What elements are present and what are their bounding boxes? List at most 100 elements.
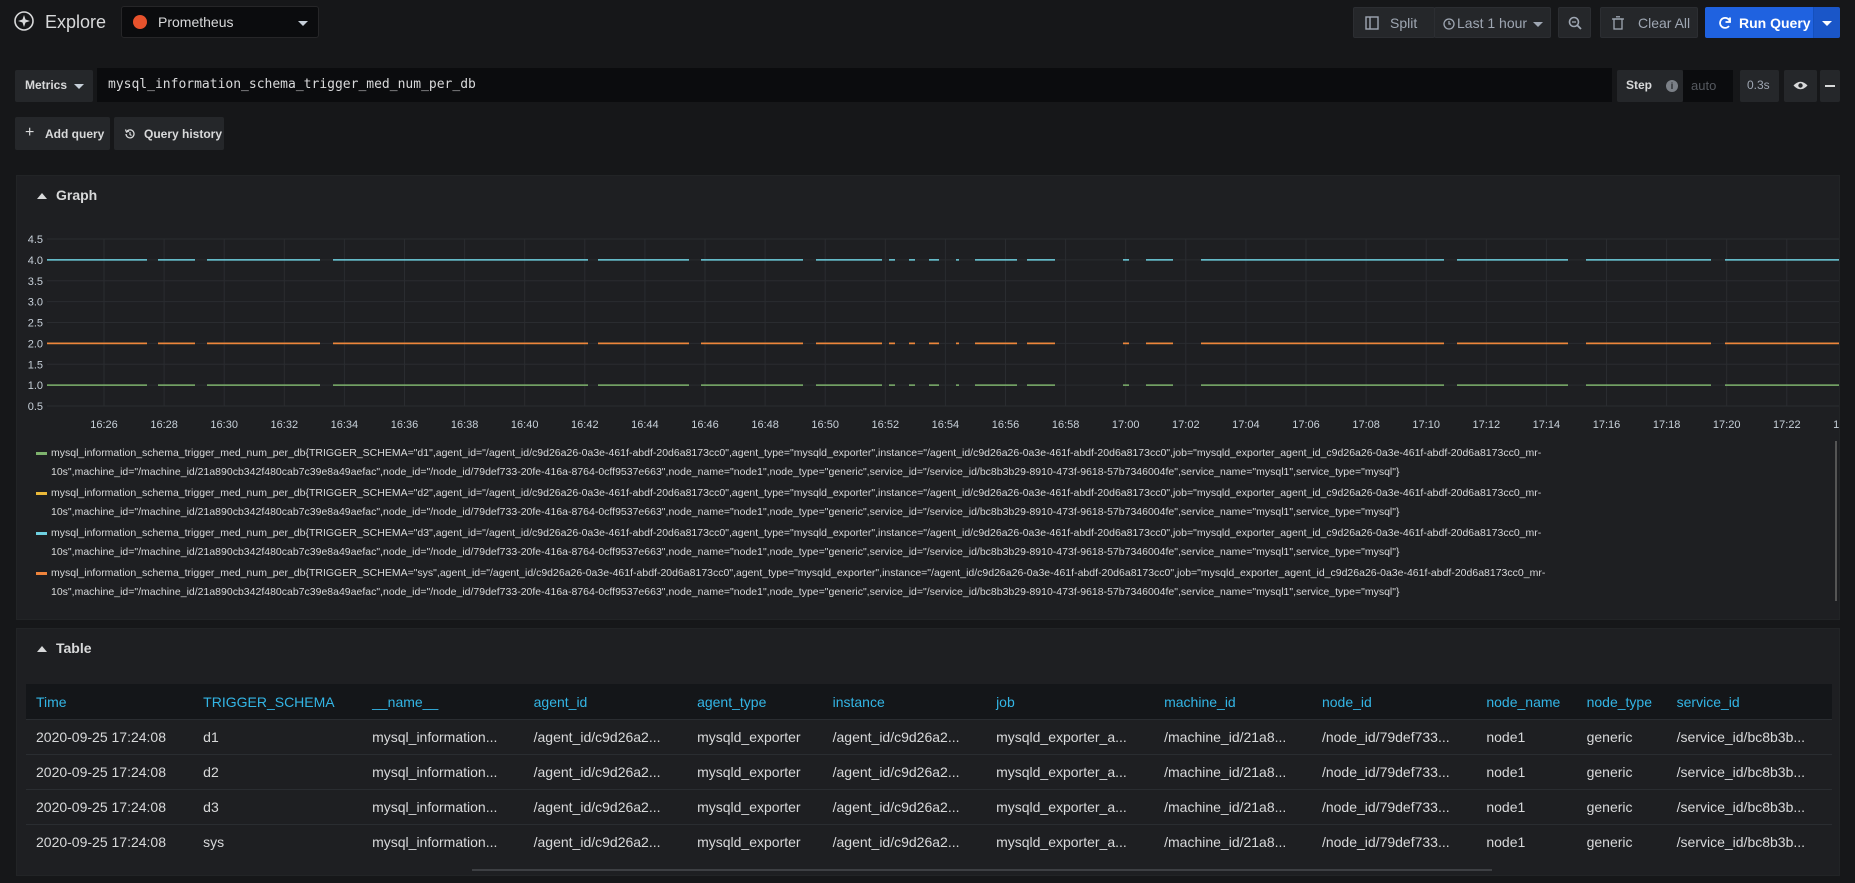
column-header[interactable]: node_name bbox=[1476, 684, 1577, 720]
table-cell[interactable]: generic bbox=[1576, 719, 1667, 755]
x-tick-label: 17:10 bbox=[1412, 419, 1440, 431]
table-cell[interactable]: /service_id/bc8b3b... bbox=[1666, 824, 1832, 859]
legend-item[interactable]: mysql_information_schema_trigger_med_num… bbox=[36, 564, 1756, 602]
table-cell[interactable]: mysqld_exporter_a... bbox=[986, 824, 1155, 859]
table-cell[interactable]: /agent_id/c9d26a2... bbox=[822, 824, 987, 859]
table-cell[interactable]: 2020-09-25 17:24:08 bbox=[26, 789, 194, 825]
column-header[interactable]: agent_id bbox=[523, 684, 688, 720]
column-header[interactable]: node_type bbox=[1576, 684, 1667, 720]
clear-all-button[interactable]: Clear All bbox=[1600, 7, 1698, 38]
step-label: Step bbox=[1626, 78, 1653, 92]
table-cell[interactable]: generic bbox=[1576, 754, 1667, 790]
table-cell[interactable]: sys bbox=[193, 824, 363, 859]
table-cell[interactable]: mysqld_exporter bbox=[687, 789, 823, 825]
legend-color-swatch bbox=[36, 492, 47, 495]
legend-color-swatch bbox=[36, 572, 47, 575]
x-tick-label: 16:38 bbox=[451, 419, 479, 431]
column-header[interactable]: job bbox=[986, 684, 1155, 720]
table-cell[interactable]: /service_id/bc8b3b... bbox=[1666, 719, 1832, 755]
table-cell[interactable]: mysqld_exporter_a... bbox=[986, 789, 1155, 825]
table-cell[interactable]: /agent_id/c9d26a2... bbox=[822, 719, 987, 755]
clock-icon bbox=[1443, 18, 1455, 30]
table-cell[interactable]: /agent_id/c9d26a2... bbox=[822, 789, 987, 825]
table-cell[interactable]: d2 bbox=[193, 754, 363, 790]
step-input[interactable]: auto bbox=[1683, 70, 1733, 102]
table-cell[interactable]: 2020-09-25 17:24:08 bbox=[26, 754, 194, 790]
table-cell[interactable]: /service_id/bc8b3b... bbox=[1666, 754, 1832, 790]
clear-all-label: Clear All bbox=[1638, 15, 1691, 31]
table-cell[interactable]: node1 bbox=[1476, 824, 1577, 859]
legend-label-line1: mysql_information_schema_trigger_med_num… bbox=[51, 527, 1542, 539]
refresh-icon bbox=[1719, 17, 1731, 29]
metrics-dropdown[interactable]: Metrics bbox=[15, 70, 93, 102]
table-panel-title[interactable]: Table bbox=[56, 640, 92, 656]
table-cell[interactable]: mysqld_exporter bbox=[687, 719, 823, 755]
table-cell[interactable]: generic bbox=[1576, 824, 1667, 859]
table-cell[interactable]: mysql_information... bbox=[362, 789, 524, 825]
run-query-dropdown[interactable] bbox=[1813, 7, 1840, 38]
add-query-button[interactable]: + Add query bbox=[15, 117, 110, 150]
x-tick-label: 17:18 bbox=[1653, 419, 1681, 431]
zoom-out-button[interactable] bbox=[1558, 7, 1591, 38]
x-tick-label: 17:02 bbox=[1172, 419, 1200, 431]
toggle-query-button[interactable] bbox=[1784, 70, 1817, 102]
table-cell[interactable]: mysqld_exporter_a... bbox=[986, 754, 1155, 790]
table-cell[interactable]: 2020-09-25 17:24:08 bbox=[26, 719, 194, 755]
table-cell[interactable]: mysql_information... bbox=[362, 754, 524, 790]
time-range-picker[interactable]: Last 1 hour bbox=[1434, 7, 1551, 38]
table-cell[interactable]: /node_id/79def733... bbox=[1311, 789, 1477, 825]
table-cell[interactable]: mysql_information... bbox=[362, 719, 524, 755]
chevron-down-icon bbox=[298, 21, 308, 26]
x-tick-label: 16:40 bbox=[511, 419, 539, 431]
table-cell[interactable]: /machine_id/21a8... bbox=[1154, 789, 1312, 825]
table-cell[interactable]: /node_id/79def733... bbox=[1311, 719, 1477, 755]
table-cell[interactable]: mysqld_exporter bbox=[687, 824, 823, 859]
table-cell[interactable]: 2020-09-25 17:24:08 bbox=[26, 824, 194, 859]
table-cell[interactable]: /service_id/bc8b3b... bbox=[1666, 789, 1832, 825]
table-cell[interactable]: /node_id/79def733... bbox=[1311, 824, 1477, 859]
info-icon[interactable]: i bbox=[1666, 80, 1678, 92]
table-cell[interactable]: /node_id/79def733... bbox=[1311, 754, 1477, 790]
zoom-out-icon bbox=[1568, 16, 1582, 30]
split-button[interactable]: Split bbox=[1353, 7, 1435, 38]
legend-item[interactable]: mysql_information_schema_trigger_med_num… bbox=[36, 484, 1756, 522]
table-cell[interactable]: node1 bbox=[1476, 754, 1577, 790]
column-header[interactable]: Time bbox=[26, 684, 194, 720]
x-tick-label: 17:08 bbox=[1352, 419, 1380, 431]
column-header[interactable]: instance bbox=[822, 684, 987, 720]
table-cell[interactable]: mysqld_exporter bbox=[687, 754, 823, 790]
remove-query-button[interactable] bbox=[1820, 70, 1840, 102]
x-tick-label: 16:46 bbox=[691, 419, 719, 431]
table-cell[interactable]: mysql_information... bbox=[362, 824, 524, 859]
table-cell[interactable]: /agent_id/c9d26a2... bbox=[523, 789, 688, 825]
table-cell[interactable]: d1 bbox=[193, 719, 363, 755]
page-title: Explore bbox=[45, 12, 107, 32]
query-history-button[interactable]: Query history bbox=[114, 117, 224, 150]
legend-item[interactable]: mysql_information_schema_trigger_med_num… bbox=[36, 524, 1756, 562]
collapse-caret-icon[interactable] bbox=[37, 646, 47, 652]
table-cell[interactable]: /agent_id/c9d26a2... bbox=[822, 754, 987, 790]
legend-item[interactable]: mysql_information_schema_trigger_med_num… bbox=[36, 444, 1756, 482]
table-cell[interactable]: /agent_id/c9d26a2... bbox=[523, 719, 688, 755]
column-header[interactable]: node_id bbox=[1311, 684, 1477, 720]
datasource-picker[interactable]: Prometheus bbox=[121, 6, 319, 38]
column-header[interactable]: service_id bbox=[1666, 684, 1832, 720]
table-cell[interactable]: node1 bbox=[1476, 719, 1577, 755]
y-tick-label: 3.0 bbox=[28, 297, 43, 309]
column-header[interactable]: TRIGGER_SCHEMA bbox=[193, 684, 363, 720]
query-expression-input[interactable]: mysql_information_schema_trigger_med_num… bbox=[97, 68, 1612, 102]
legend-scrollbar[interactable] bbox=[1835, 441, 1837, 601]
column-header[interactable]: agent_type bbox=[687, 684, 823, 720]
table-horizontal-scrollbar[interactable] bbox=[472, 869, 1492, 871]
column-header[interactable]: __name__ bbox=[362, 684, 524, 720]
table-cell[interactable]: /machine_id/21a8... bbox=[1154, 719, 1312, 755]
table-cell[interactable]: generic bbox=[1576, 789, 1667, 825]
table-cell[interactable]: mysqld_exporter_a... bbox=[986, 719, 1155, 755]
table-cell[interactable]: /agent_id/c9d26a2... bbox=[523, 824, 688, 859]
table-cell[interactable]: /machine_id/21a8... bbox=[1154, 824, 1312, 859]
table-cell[interactable]: d3 bbox=[193, 789, 363, 825]
table-cell[interactable]: /agent_id/c9d26a2... bbox=[523, 754, 688, 790]
column-header[interactable]: machine_id bbox=[1154, 684, 1312, 720]
table-cell[interactable]: /machine_id/21a8... bbox=[1154, 754, 1312, 790]
table-cell[interactable]: node1 bbox=[1476, 789, 1577, 825]
